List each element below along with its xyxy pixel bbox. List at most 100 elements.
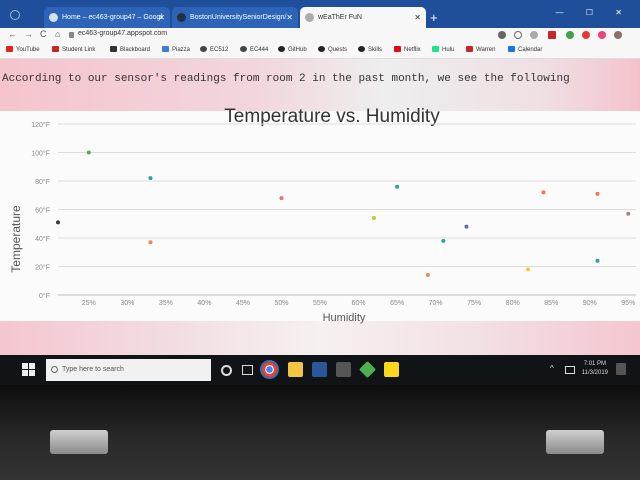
x-tick-label: 25% bbox=[82, 300, 96, 307]
hulu-icon bbox=[432, 46, 439, 52]
location-icon[interactable] bbox=[498, 31, 506, 39]
search-icon bbox=[51, 366, 58, 373]
x-tick-label: 45% bbox=[236, 300, 250, 307]
bookmark-netflix[interactable]: Netflix bbox=[394, 46, 421, 53]
tab-label: wEaThEr FuN bbox=[318, 14, 362, 21]
bookmark-ec444[interactable]: EC444 bbox=[240, 46, 268, 53]
x-tick-label: 30% bbox=[120, 300, 134, 307]
close-icon[interactable]: ✕ bbox=[414, 7, 421, 28]
github-icon bbox=[358, 46, 365, 52]
blackboard-icon bbox=[110, 46, 117, 52]
data-point bbox=[464, 224, 469, 229]
extension-green-icon[interactable] bbox=[566, 31, 574, 39]
address-bar[interactable]: ec463-group47.appspot.com bbox=[78, 30, 167, 37]
tab-label: Home – ec463-group47 – Googl bbox=[62, 14, 163, 21]
clock-time: 7:01 PM bbox=[583, 361, 607, 367]
x-tick-label: 40% bbox=[197, 300, 211, 307]
bu-icon bbox=[466, 46, 473, 52]
x-tick-label: 60% bbox=[352, 300, 366, 307]
data-point bbox=[425, 273, 430, 278]
x-tick-label: 75% bbox=[467, 300, 481, 307]
app-green-icon[interactable] bbox=[359, 361, 376, 378]
bookmark-blackboard[interactable]: Blackboard bbox=[110, 46, 150, 53]
window-controls[interactable]: — ☐ ✕ bbox=[556, 8, 632, 17]
chrome-icon[interactable] bbox=[262, 362, 277, 377]
data-point bbox=[279, 196, 284, 201]
star-icon[interactable] bbox=[530, 31, 538, 39]
extension-red-icon[interactable] bbox=[582, 31, 590, 39]
home-button[interactable]: ⌂ bbox=[55, 29, 60, 39]
right-hinge bbox=[546, 430, 604, 454]
app-yellow-icon[interactable] bbox=[384, 362, 399, 377]
store-icon[interactable] bbox=[336, 362, 351, 377]
network-icon[interactable] bbox=[565, 366, 575, 374]
windows-taskbar: Type here to search ^ 7:01 PM 11/3/2019 bbox=[0, 355, 640, 385]
zoom-icon[interactable] bbox=[514, 31, 522, 39]
bookmark-piazza[interactable]: Piazza bbox=[162, 46, 190, 53]
piazza-icon bbox=[162, 46, 169, 52]
file-explorer-icon[interactable] bbox=[288, 362, 303, 377]
system-tray-chevron-icon[interactable]: ^ bbox=[550, 364, 554, 373]
browser-tab-strip: Home – ec463-group47 – Googl ✕ BostonUni… bbox=[0, 0, 640, 28]
x-tick-label: 70% bbox=[429, 300, 443, 307]
youtube-icon bbox=[6, 46, 13, 52]
bookmark-youtube[interactable]: YouTube bbox=[6, 46, 40, 53]
bookmark-student-link[interactable]: Student Link bbox=[52, 46, 95, 53]
data-point bbox=[86, 150, 91, 155]
x-tick-label: 65% bbox=[390, 300, 404, 307]
y-axis-label: Temperature bbox=[9, 205, 23, 273]
gridlines bbox=[58, 123, 636, 296]
y-tick-label: 0°F bbox=[39, 292, 50, 300]
tab-weather-fun[interactable]: wEaThEr FuN ✕ bbox=[300, 7, 426, 28]
data-point bbox=[148, 240, 153, 245]
y-tick-label: 120°F bbox=[31, 121, 50, 129]
search-placeholder: Type here to search bbox=[62, 366, 124, 373]
data-point bbox=[526, 267, 531, 272]
x-tick-label: 90% bbox=[583, 300, 597, 307]
google-sites-icon bbox=[49, 13, 58, 22]
scatter-chart: Temperature vs. Humidity 0°F20°F40°F60°F… bbox=[9, 106, 636, 324]
bookmark-ec512[interactable]: EC512 bbox=[200, 46, 228, 53]
word-icon[interactable] bbox=[312, 362, 327, 377]
data-point bbox=[541, 190, 546, 195]
close-icon[interactable]: ✕ bbox=[158, 7, 165, 28]
calendar-icon bbox=[508, 46, 515, 52]
forward-button[interactable]: → bbox=[24, 29, 33, 39]
data-point bbox=[56, 220, 60, 225]
task-view-icon[interactable] bbox=[242, 365, 253, 375]
x-tick-label: 95% bbox=[621, 300, 635, 307]
bookmarks-bar: YouTube Student Link Blackboard Piazza E… bbox=[0, 44, 640, 59]
lock-icon bbox=[69, 32, 74, 38]
bookmark-calendar[interactable]: Calendar bbox=[508, 46, 542, 53]
bookmark-quests[interactable]: Quests bbox=[318, 46, 347, 53]
taskbar-search-box[interactable]: Type here to search bbox=[46, 359, 211, 381]
pdf-extension-icon[interactable] bbox=[548, 31, 556, 39]
web-page: According to our sensor's readings from … bbox=[0, 59, 640, 355]
x-tick-label: 80% bbox=[506, 300, 520, 307]
notification-icon[interactable] bbox=[616, 363, 626, 375]
bookmark-warren[interactable]: Warren bbox=[466, 46, 495, 53]
profile-avatar[interactable] bbox=[614, 31, 622, 39]
intro-text: According to our sensor's readings from … bbox=[2, 73, 570, 85]
close-icon[interactable]: ✕ bbox=[286, 7, 293, 28]
back-button[interactable]: ← bbox=[8, 29, 17, 39]
y-tick-label: 100°F bbox=[31, 150, 50, 158]
cortana-icon[interactable] bbox=[221, 365, 232, 376]
tab-github-repo[interactable]: BostonUniversitySeniorDesign/ ✕ bbox=[172, 7, 298, 28]
bookmark-skills[interactable]: Skills bbox=[358, 46, 382, 53]
new-tab-button[interactable]: + bbox=[430, 10, 438, 25]
netflix-icon bbox=[394, 46, 401, 52]
taskbar-clock[interactable]: 7:01 PM 11/3/2019 bbox=[582, 360, 608, 378]
reload-button[interactable]: C bbox=[40, 29, 47, 39]
left-hinge bbox=[50, 430, 108, 454]
data-point bbox=[441, 238, 446, 243]
windows-start-icon[interactable] bbox=[22, 363, 35, 376]
bookmark-github[interactable]: GitHub bbox=[278, 46, 307, 53]
x-tick-label: 55% bbox=[313, 300, 327, 307]
x-tick-labels: 25% 30% 35% 40% 45% 50% 55% 60% 65% 70% 75% 80% 85% 9… bbox=[82, 300, 635, 307]
github-icon bbox=[177, 13, 186, 22]
tab-label: BostonUniversitySeniorDesign/ bbox=[190, 14, 287, 21]
bookmark-hulu[interactable]: Hulu bbox=[432, 46, 454, 53]
extension-pink-icon[interactable] bbox=[598, 31, 606, 39]
tab-home-group47[interactable]: Home – ec463-group47 – Googl ✕ bbox=[44, 7, 170, 28]
